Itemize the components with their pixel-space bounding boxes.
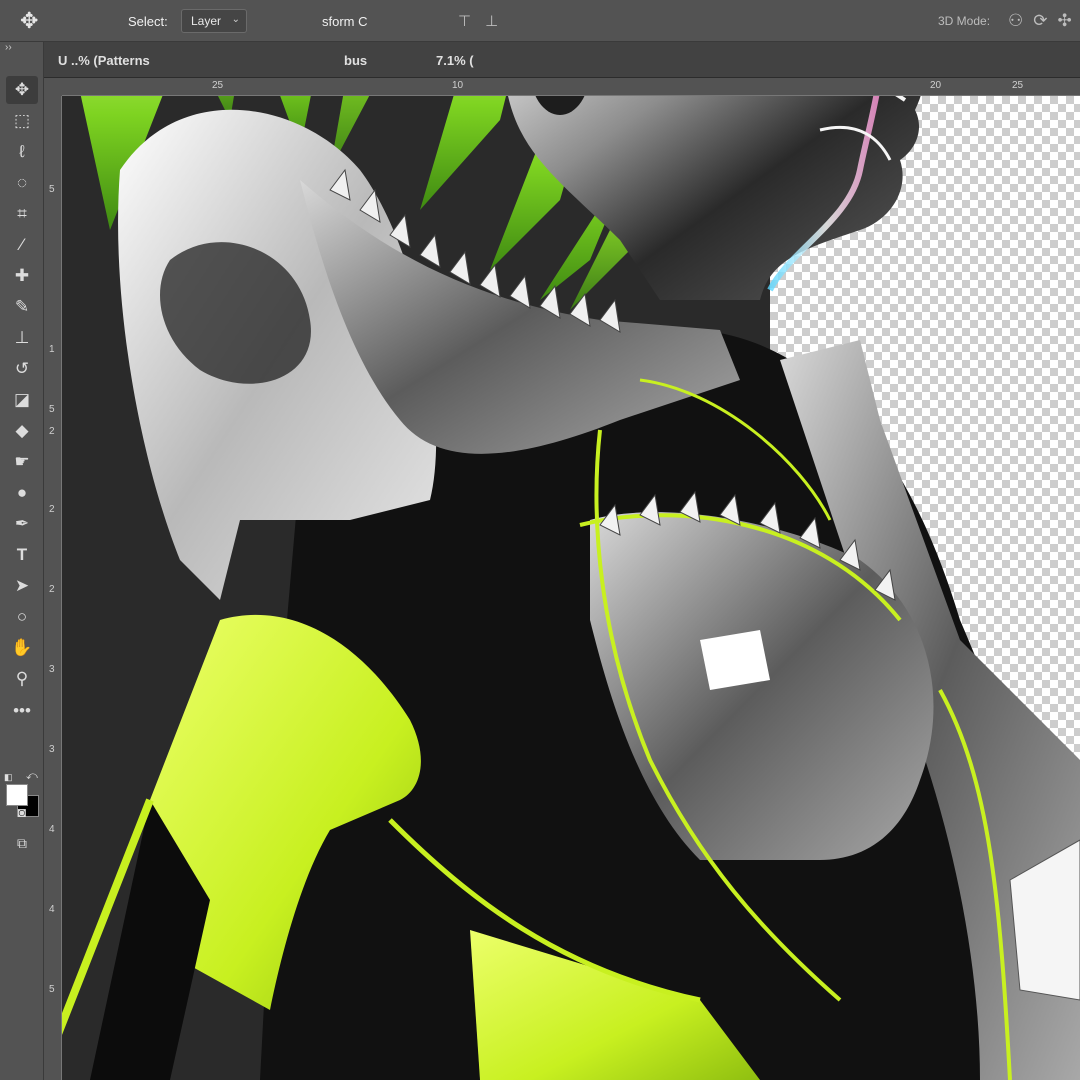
document-tab-bar: U ..% (Patterns bus 7.1% ( <box>44 42 1080 78</box>
ruler-left-label: 1 <box>49 344 55 355</box>
screen-mode-icon[interactable]: ⧉ <box>6 829 38 857</box>
ruler-top-label: 25 <box>212 80 224 91</box>
move-tool-icon[interactable]: ✥ <box>6 76 38 104</box>
eraser-tool-icon[interactable]: ◪ <box>6 386 38 414</box>
ruler-left-label: 3 <box>49 744 55 755</box>
crop-tool-icon[interactable]: ⌗ <box>6 200 38 228</box>
marquee-tool-icon[interactable]: ⬚ <box>6 107 38 135</box>
tab-bus-document[interactable]: bus <box>344 42 367 78</box>
auto-select-dropdown[interactable]: Layer ⌄ <box>181 9 247 33</box>
chevron-down-icon: ⌄ <box>231 14 240 25</box>
eyedropper-tool-icon[interactable]: ⁄ <box>6 231 38 259</box>
align-middle-icon[interactable]: ⊥ <box>485 12 498 30</box>
3d-pan-icon[interactable]: ✣ <box>1058 11 1072 31</box>
3d-mode-buttons: ⚇ ⟳ ✣ <box>1008 0 1072 42</box>
ruler-top-label: 10 <box>452 80 464 91</box>
ruler-top-label: 20 <box>930 80 942 91</box>
swap-colors-icon[interactable]: ⤺ <box>26 770 38 783</box>
3d-orbit-icon[interactable]: ⚇ <box>1008 11 1023 31</box>
paint-bucket-tool-icon[interactable]: ◆ <box>6 417 38 445</box>
show-transform-controls-label[interactable]: sform C <box>322 0 368 42</box>
ruler-left-label: 5 <box>49 984 55 995</box>
clone-stamp-tool-icon[interactable]: ⊥ <box>6 324 38 352</box>
collapse-toolbar-icon[interactable]: ›› <box>5 42 12 53</box>
tab-patterns-document[interactable]: U ..% (Patterns <box>58 42 150 78</box>
smudge-tool-icon[interactable]: ☛ <box>6 448 38 476</box>
ruler-left-label: 4 <box>49 824 55 835</box>
foreground-color-swatch[interactable] <box>6 784 28 806</box>
tab-bus-zoom-level: 7.1% ( <box>436 52 474 68</box>
move-arrows-icon[interactable]: ✥ <box>20 0 38 42</box>
3d-mode-label: 3D Mode: <box>938 14 991 28</box>
auto-select-label: Select: <box>128 13 168 29</box>
hand-tool-icon[interactable]: ✋ <box>6 634 38 662</box>
quick-select-tool-icon[interactable]: ◌ <box>6 169 38 197</box>
canvas-artwork[interactable] <box>0 0 1080 1080</box>
dodge-tool-icon[interactable]: ● <box>6 479 38 507</box>
ruler-left-label: 5 <box>49 184 55 195</box>
align-buttons: ⊤ ⊥ <box>458 0 498 42</box>
ruler-vertical[interactable]: 5 1 5 2 2 2 3 3 4 4 5 <box>44 96 62 1080</box>
type-tool-icon[interactable]: T <box>6 541 38 569</box>
ruler-left-label: 4 <box>49 904 55 915</box>
ruler-top-label: 25 <box>1012 80 1024 91</box>
zoom-tool-icon[interactable]: ⚲ <box>6 665 38 693</box>
ruler-origin[interactable] <box>44 78 62 96</box>
pen-tool-icon[interactable]: ✒ <box>6 510 38 538</box>
history-brush-tool-icon[interactable]: ↺ <box>6 355 38 383</box>
path-select-tool-icon[interactable]: ➤ <box>6 572 38 600</box>
auto-select-value: Layer <box>191 14 222 28</box>
ruler-left-label: 2 <box>49 584 55 595</box>
brush-tool-icon[interactable]: ✎ <box>6 293 38 321</box>
align-top-icon[interactable]: ⊤ <box>458 12 471 30</box>
more-tools-icon[interactable]: ••• <box>6 697 38 725</box>
3d-roll-icon[interactable]: ⟳ <box>1033 11 1047 31</box>
default-colors-icon[interactable]: ◧ <box>4 772 13 783</box>
ruler-left-label: 2 <box>49 426 55 437</box>
ruler-left-label: 2 <box>49 504 55 515</box>
ruler-left-label: 3 <box>49 664 55 675</box>
ellipse-tool-icon[interactable]: ○ <box>6 603 38 631</box>
tools-panel: ›› ✥ ⬚ ℓ ◌ ⌗ ⁄ ✚ ✎ ⊥ ↺ ◪ ◆ ☛ ● ✒ T ➤ ○ ✋… <box>0 42 44 1080</box>
ruler-left-label: 5 <box>49 404 55 415</box>
healing-brush-tool-icon[interactable]: ✚ <box>6 262 38 290</box>
options-bar: ✥ Select: Layer ⌄ sform C ⊤ ⊥ 3D Mode: ⚇… <box>0 0 1080 42</box>
ruler-horizontal[interactable]: 25 10 20 25 <box>62 78 1080 96</box>
lasso-tool-icon[interactable]: ℓ <box>6 138 38 166</box>
